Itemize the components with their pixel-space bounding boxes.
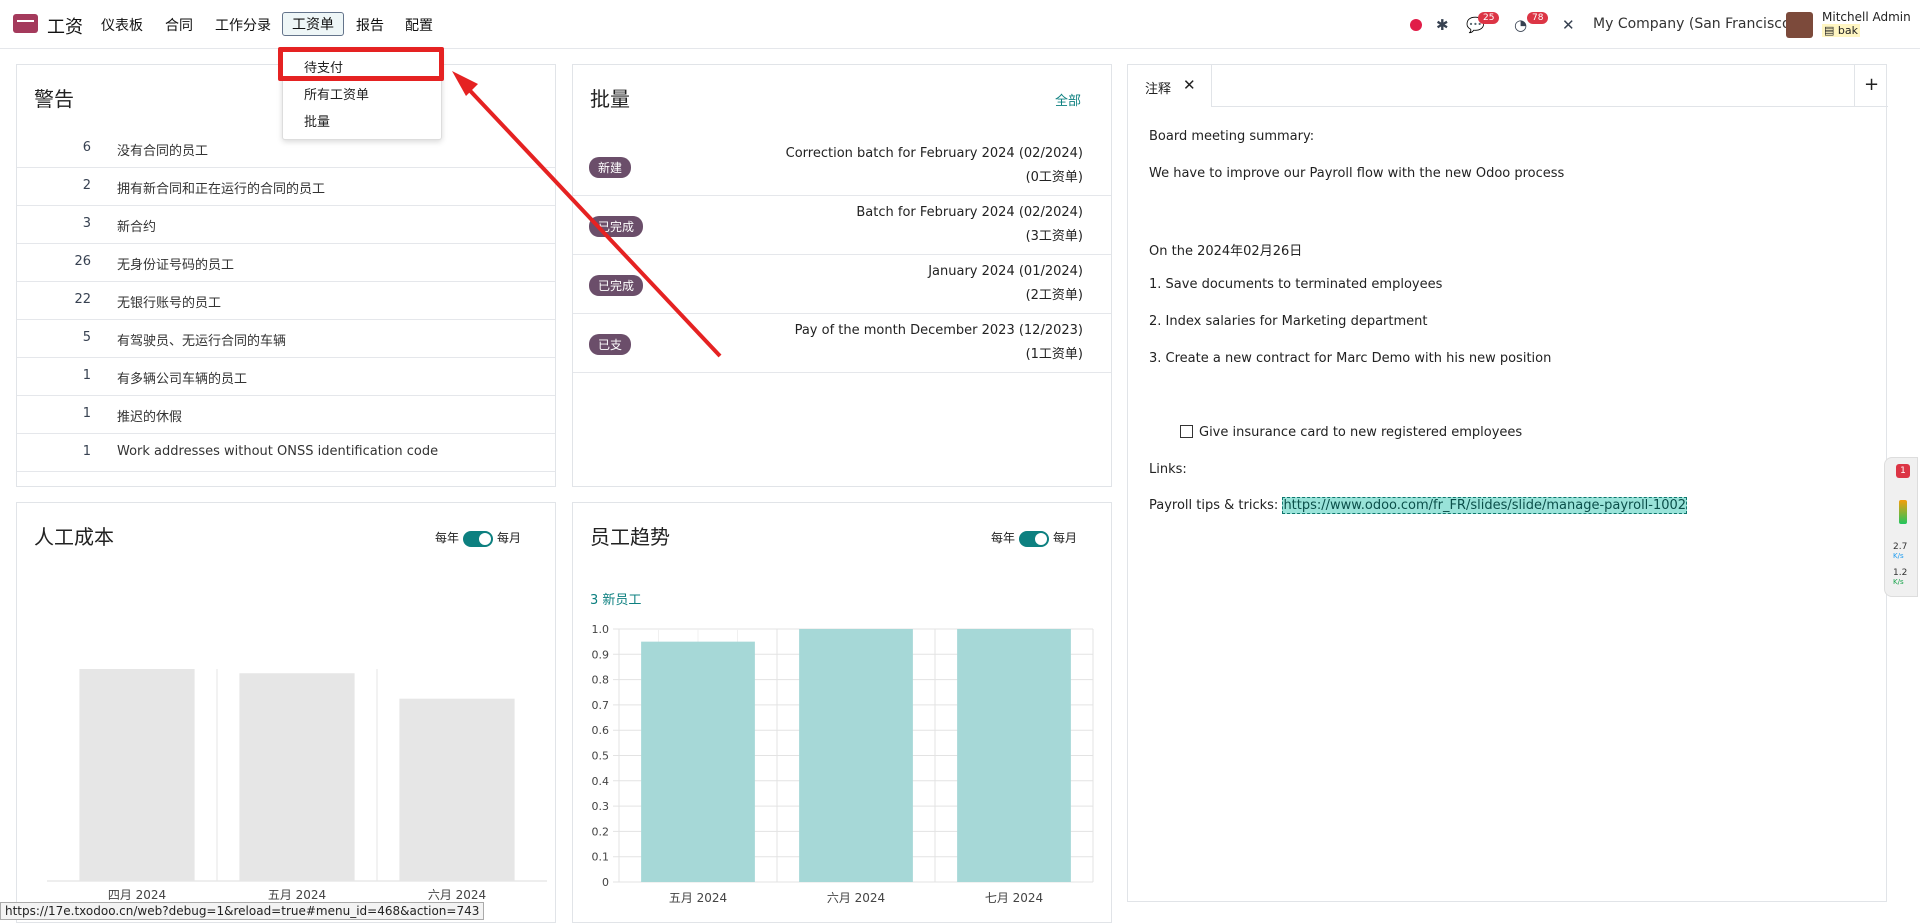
- status-bar-url: https://17e.txodoo.cn/web?debug=1&reload…: [0, 902, 485, 920]
- annotation-arrow: [452, 71, 722, 358]
- arrow-line: [458, 78, 722, 358]
